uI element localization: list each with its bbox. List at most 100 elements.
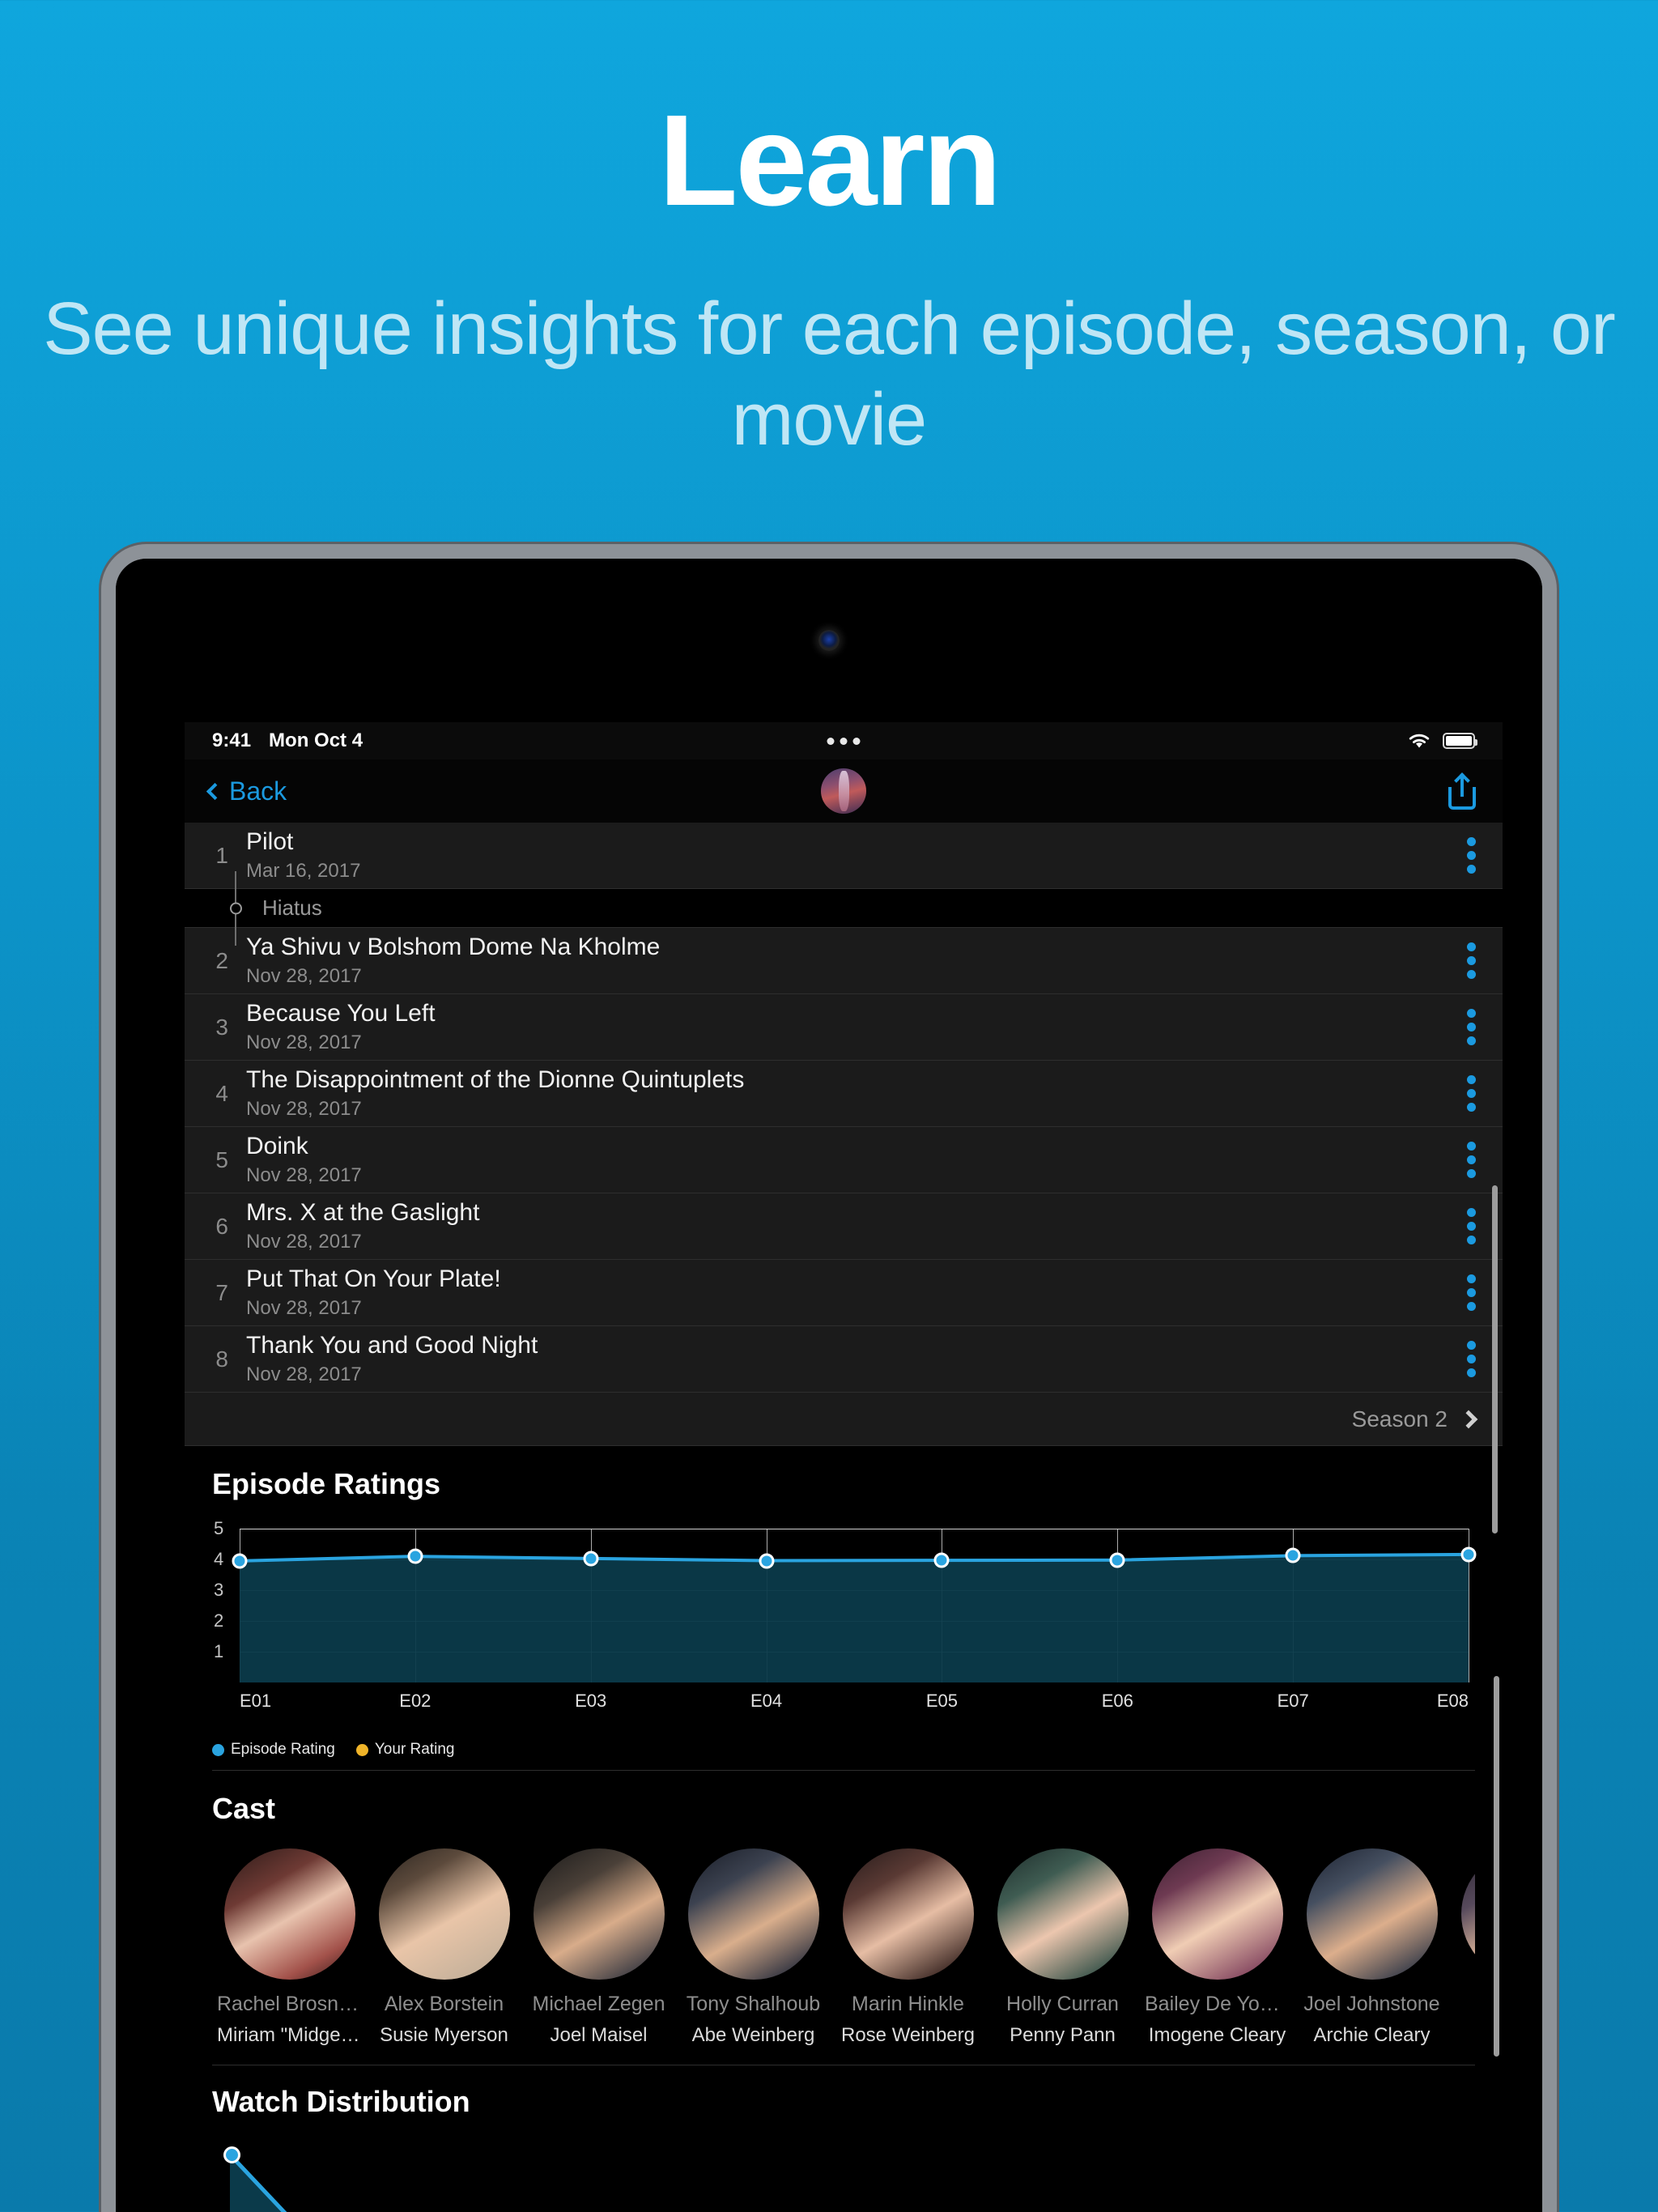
chart-xtick-E08: E08 <box>1436 1691 1469 1711</box>
cast-actor-name: Marin Hinkle <box>852 1993 964 2015</box>
cast-actor-name: Rachel Brosna... <box>217 1993 367 2015</box>
episode-number: 1 <box>215 842 228 868</box>
episode-date: Nov 28, 2017 <box>246 1164 362 1186</box>
episode-date: Nov 28, 2017 <box>246 1231 362 1253</box>
episode-row[interactable]: 3 Because You Left Nov 28, 2017 <box>185 994 1503 1061</box>
season-2-link[interactable]: Season 2 <box>185 1393 1503 1446</box>
episode-more-menu-icon[interactable] <box>1439 837 1503 874</box>
cast-avatar <box>1460 1848 1475 1980</box>
cast-card[interactable]: Tony Shalhoub Abe Weinberg <box>676 1848 831 2047</box>
episode-number: 3 <box>215 1014 228 1040</box>
cast-role-name: Joel Maisel <box>550 2024 648 2046</box>
episode-row[interactable]: 6 Mrs. X at the Gaslight Nov 28, 2017 <box>185 1193 1503 1260</box>
cast-role-name: J <box>1449 2024 1475 2047</box>
chart-datapoint-E07[interactable] <box>1285 1547 1301 1563</box>
status-bar-left: 9:41 Mon Oct 4 <box>212 730 363 752</box>
episode-row[interactable]: 2 Ya Shivu v Bolshom Dome Na Kholme Nov 28… <box>185 928 1503 994</box>
episode-more-menu-icon[interactable] <box>1439 1009 1503 1045</box>
episode-list[interactable]: 1 Pilot Mar 16, 2017 Hiatus 2 Ya Shivu v Bols… <box>185 823 1503 1534</box>
cast-actor-name: Joel Johnstone <box>1303 1993 1440 2015</box>
chart-xtick-E04: E04 <box>750 1691 783 1711</box>
episode-date: Nov 28, 2017 <box>246 965 362 987</box>
chart-datapoint-E05[interactable] <box>933 1552 950 1568</box>
cast-avatar <box>687 1848 819 1980</box>
chevron-right-icon <box>1459 1410 1478 1428</box>
episode-title: Because You Left <box>246 1000 436 1027</box>
battery-full-icon <box>1443 733 1477 749</box>
chart-xtick-E01: E01 <box>240 1691 272 1711</box>
page-scrollbar[interactable] <box>1494 1676 1499 2057</box>
tablet-device-frame: 9:41 Mon Oct 4 Back 1 Pilot Mar 16, 2017… <box>101 544 1557 2212</box>
episode-row[interactable]: 8 Thank You and Good Night Nov 28, 2017 <box>185 1326 1503 1393</box>
cast-card[interactable]: Joel Johnstone Archie Cleary <box>1295 1848 1449 2047</box>
cast-role-name: Rose Weinberg <box>841 2024 975 2046</box>
chart-datapoint-E03[interactable] <box>583 1551 599 1567</box>
chart-ytick-4: 4 <box>214 1549 224 1569</box>
episode-row[interactable]: 7 Put That On Your Plate! Nov 28, 2017 <box>185 1260 1503 1326</box>
watch-distribution-chart[interactable] <box>212 2143 1475 2212</box>
episode-row[interactable]: 4 The Disappointment of the Dionne Quintu… <box>185 1061 1503 1127</box>
cast-card[interactable]: Holly Curran Penny Pann <box>985 1848 1140 2047</box>
hiatus-marker-icon <box>230 902 242 914</box>
chart-datapoint-E04[interactable] <box>759 1553 775 1569</box>
legend-item-your-rating: Your Rating <box>355 1741 454 1759</box>
chart-ytick-5: 5 <box>214 1518 224 1538</box>
back-button[interactable]: Back <box>206 776 287 806</box>
back-button-label: Back <box>229 776 287 806</box>
hiatus-label: Hiatus <box>262 895 322 920</box>
cast-actor-name: Tony Shalhoub <box>686 1993 821 2015</box>
chart-datapoint-E08[interactable] <box>1460 1546 1477 1563</box>
cast-avatar <box>1151 1848 1283 1980</box>
cast-avatar <box>378 1848 510 1980</box>
chart-xtick-E05: E05 <box>925 1691 958 1711</box>
chart-datapoint-E06[interactable] <box>1109 1552 1125 1568</box>
chart-ytick-2: 2 <box>214 1610 224 1631</box>
show-poster-thumbnail[interactable] <box>821 768 866 814</box>
cast-card[interactable]: Michael Zegen Joel Maisel <box>521 1848 676 2047</box>
episode-title: Ya Shivu v Bolshom Dome Na Kholme <box>246 934 661 960</box>
status-date: Mon Oct 4 <box>269 730 363 751</box>
tablet-screen-bezel: 9:41 Mon Oct 4 Back 1 Pilot Mar 16, 2017… <box>116 559 1542 2212</box>
chart-datapoint-E02[interactable] <box>407 1548 423 1564</box>
episode-more-menu-icon[interactable] <box>1439 1075 1503 1112</box>
cast-card[interactable]: Brian J <box>1449 1848 1475 2047</box>
cast-avatar <box>533 1848 665 1980</box>
cast-section: Cast Rachel Brosna... Miriam "Midge"... Al… <box>185 1771 1503 2065</box>
episode-ratings-chart[interactable]: 1 2 3 4 5 E01 E02 E03 E04 E05 E06 E07 E08 <box>212 1518 1477 1711</box>
episode-date: Nov 28, 2017 <box>246 1363 362 1385</box>
cast-carousel[interactable]: Rachel Brosna... Miriam "Midge"... Alex Bo… <box>212 1848 1475 2065</box>
episode-number: 8 <box>215 1346 228 1372</box>
app-screen: 9:41 Mon Oct 4 Back 1 Pilot Mar 16, 2017… <box>185 722 1503 2212</box>
legend-label-episode-rating: Episode Rating <box>231 1741 335 1758</box>
cast-card[interactable]: Alex Borstein Susie Myerson <box>367 1848 521 2047</box>
chart-plot <box>240 1529 1469 1682</box>
share-button[interactable] <box>1446 772 1478 810</box>
status-bar-right <box>1407 732 1477 750</box>
episode-row[interactable]: 5 Doink Nov 28, 2017 <box>185 1127 1503 1193</box>
episode-title: Pilot <box>246 828 294 855</box>
cast-avatar <box>1306 1848 1438 1980</box>
episode-title: Doink <box>246 1133 308 1159</box>
cast-actor-name: Bailey De Young <box>1145 1993 1294 2015</box>
episode-title: Put That On Your Plate! <box>246 1266 501 1292</box>
cast-card[interactable]: Rachel Brosna... Miriam "Midge"... <box>212 1848 367 2047</box>
cast-role-name: Imogene Cleary <box>1148 2024 1286 2046</box>
legend-dot-episode-rating <box>212 1743 224 1756</box>
navigation-bar: Back <box>185 759 1503 823</box>
episode-title: Mrs. X at the Gaslight <box>246 1199 480 1226</box>
cast-role-name: Abe Weinberg <box>691 2024 815 2046</box>
cast-role-name: Miriam "Midge"... <box>217 2024 364 2046</box>
episode-more-menu-icon[interactable] <box>1439 1142 1503 1178</box>
chart-ytick-3: 3 <box>214 1580 224 1600</box>
episode-list-scrollbar[interactable] <box>1492 1185 1498 1534</box>
episode-more-menu-icon[interactable] <box>1439 942 1503 979</box>
cast-actor-name: Michael Zegen <box>532 1993 665 2015</box>
cast-card[interactable]: Marin Hinkle Rose Weinberg <box>831 1848 985 2047</box>
chart-xtick-E02: E02 <box>399 1691 432 1711</box>
episode-ratings-section: Episode Ratings 1 2 3 4 5 E01 E02 E03 E04 E05 E06 E… <box>185 1446 1503 1770</box>
episode-row[interactable]: 1 Pilot Mar 16, 2017 <box>185 823 1503 889</box>
cast-card[interactable]: Bailey De Young Imogene Cleary <box>1140 1848 1295 2047</box>
watch-distribution-plot <box>228 2153 287 2212</box>
dynamic-island-dots-icon <box>827 737 861 745</box>
chart-datapoint-E01[interactable] <box>232 1553 248 1569</box>
